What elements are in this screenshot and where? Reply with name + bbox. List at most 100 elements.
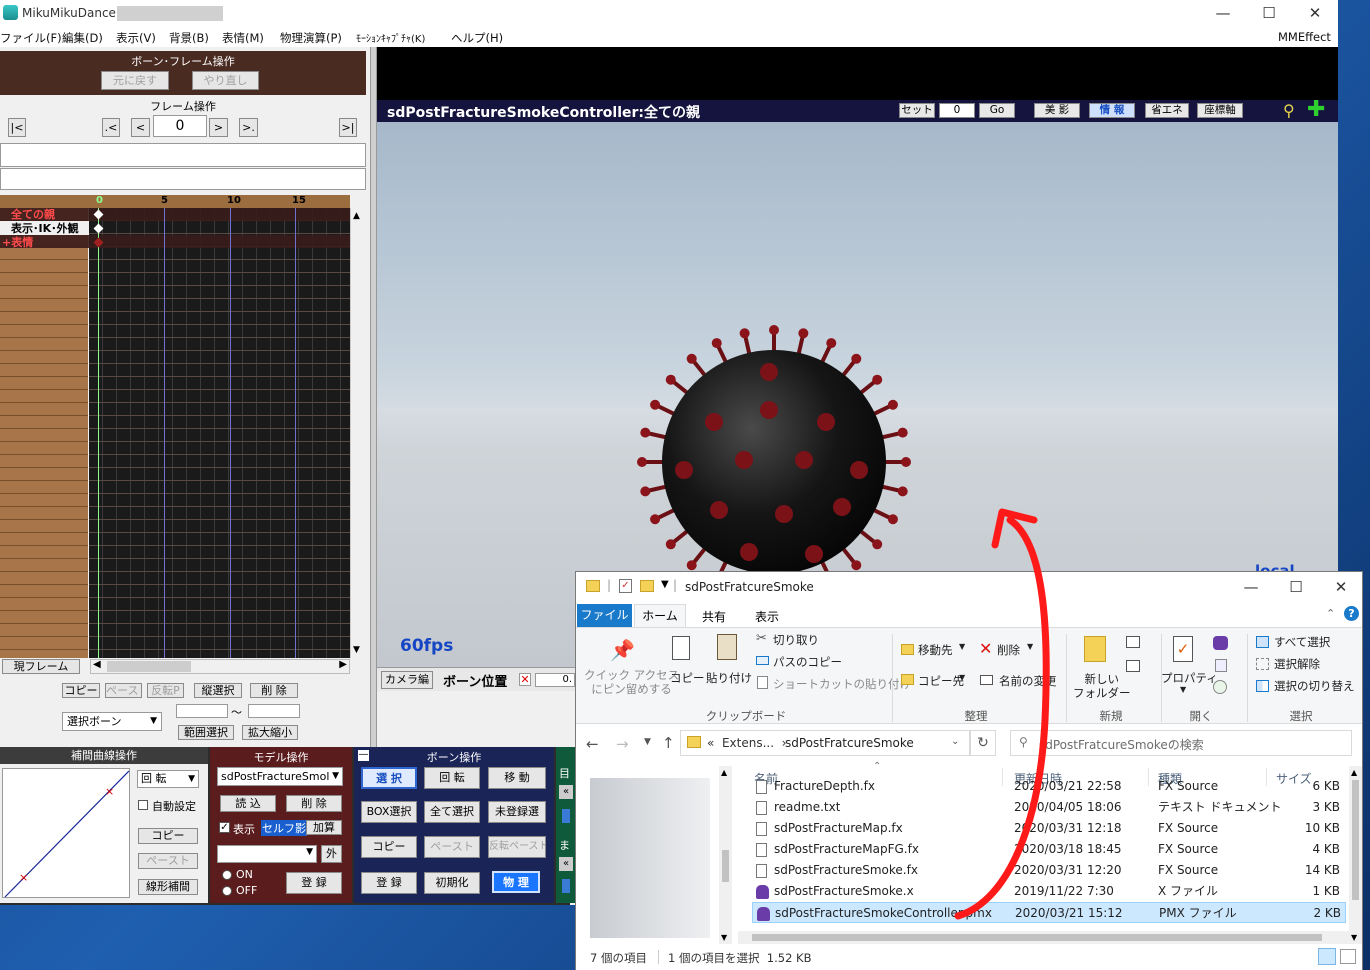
- menu-edit[interactable]: 編集(D): [62, 30, 103, 46]
- undo-button[interactable]: 元に戻す: [101, 71, 169, 90]
- bone-register-button[interactable]: 登 録: [361, 872, 417, 894]
- side-strip-rewind-icon[interactable]: «: [559, 785, 573, 799]
- scale-button[interactable]: 拡大縮小: [242, 725, 298, 740]
- tab-file[interactable]: ファイル: [577, 604, 632, 627]
- reset-x-icon[interactable]: ✕: [519, 673, 531, 686]
- unregistered-select-button[interactable]: 未登録選: [488, 801, 546, 823]
- copy-frame-button[interactable]: コピー: [62, 683, 100, 698]
- menu-physics[interactable]: 物理演算(P): [280, 30, 342, 46]
- interpolation-curve-canvas[interactable]: × ×: [2, 768, 130, 898]
- interp-axis-dropdown[interactable]: 回 転 ▼: [137, 770, 199, 788]
- outside-parent-button[interactable]: 外: [321, 845, 342, 863]
- info-button[interactable]: 情 報: [1089, 103, 1135, 118]
- timeline-vertical-scrollbar[interactable]: ▲ ▼: [350, 208, 365, 658]
- address-bar[interactable]: « Extens... › sdPostFratcureSmoke ⌄: [680, 730, 970, 756]
- bone-physics-button[interactable]: 物 理: [492, 871, 540, 893]
- interp-copy-button[interactable]: コピー: [138, 828, 198, 844]
- timeline-grid[interactable]: [89, 208, 350, 658]
- model-register-button[interactable]: 登 録: [286, 872, 342, 894]
- menu-mmeffect[interactable]: MMEffect: [1278, 30, 1331, 44]
- model-select-dropdown[interactable]: sdPostFractureSmol ▼: [217, 767, 343, 786]
- explorer-maximize-icon[interactable]: ☐: [1273, 576, 1319, 598]
- open-with-icon[interactable]: [1213, 636, 1228, 650]
- chevron-down-icon[interactable]: ⌄: [951, 736, 959, 747]
- menu-motion-capture[interactable]: ﾓｰｼｮﾝｷｬﾌﾟﾁｬ(K): [356, 30, 425, 45]
- scroll-thumb[interactable]: [107, 661, 191, 672]
- menu-background[interactable]: 背景(B): [169, 30, 209, 46]
- easy-access-icon[interactable]: [1126, 660, 1140, 672]
- timeline-row-expression[interactable]: +表情: [2, 236, 33, 249]
- qat-dropdown-icon[interactable]: ▼: [661, 579, 669, 590]
- up-arrow-icon[interactable]: ↑: [662, 734, 675, 752]
- tab-share[interactable]: 共有: [702, 608, 726, 625]
- refresh-icon[interactable]: ↻: [970, 730, 996, 756]
- bone-select-button[interactable]: 選 択: [361, 767, 417, 789]
- bone-paste-button[interactable]: ペースト: [424, 836, 480, 858]
- file-list-h-scrollbar[interactable]: [738, 931, 1349, 944]
- forward-arrow-icon[interactable]: →: [616, 735, 629, 753]
- scroll-up-icon[interactable]: ▲: [353, 211, 360, 221]
- timeline-row-display-ik[interactable]: 表示･IK･外観: [11, 222, 79, 235]
- bone-move-button[interactable]: 移 動: [488, 767, 546, 789]
- file-row[interactable]: readme.txt 2020/04/05 18:06 テキスト ドキュメント 3 K…: [752, 797, 1346, 818]
- reverse-paste-button[interactable]: 反転P: [147, 683, 184, 698]
- file-scroll-thumb[interactable]: [1352, 780, 1359, 900]
- redo-button[interactable]: やり直し: [192, 71, 259, 90]
- pin-quick-access-button[interactable]: クイック アクセス にピン留めする: [584, 668, 679, 696]
- details-view-icon[interactable]: [1318, 948, 1336, 965]
- linear-interp-button[interactable]: 線形補間: [138, 879, 198, 895]
- model-load-button[interactable]: 読 込: [220, 795, 276, 812]
- timeline-row-all-parent[interactable]: 全ての親: [11, 208, 55, 221]
- edit-icon[interactable]: [1215, 659, 1227, 672]
- range-end-input[interactable]: [248, 704, 300, 718]
- last-frame-button[interactable]: >|: [339, 118, 357, 137]
- scroll-down-icon[interactable]: ▼: [1351, 933, 1357, 942]
- ribbon-collapse-icon[interactable]: ⌃: [1326, 607, 1335, 620]
- frame-number-input[interactable]: 0: [153, 115, 207, 137]
- timeline-horizontal-scrollbar[interactable]: ◀ ▶: [90, 659, 350, 674]
- interp-paste-button[interactable]: ペースト: [138, 853, 198, 869]
- delete-frame-button[interactable]: 削 除: [250, 683, 298, 698]
- side-strip-rewind-icon-2[interactable]: «: [559, 857, 573, 871]
- side-strip-slider[interactable]: [562, 809, 570, 823]
- menu-file[interactable]: ファイル(F): [0, 30, 62, 46]
- menu-help[interactable]: ヘルプ(H): [451, 30, 503, 46]
- bone-position-x-input[interactable]: 0.: [535, 673, 575, 687]
- box-select-button[interactable]: BOX選択: [361, 801, 417, 823]
- auto-setting-checkbox[interactable]: [138, 800, 148, 810]
- copy-button[interactable]: コピー: [670, 670, 705, 686]
- new-item-icon[interactable]: [1126, 636, 1140, 648]
- range-start-input[interactable]: [176, 704, 228, 718]
- scroll-down-icon[interactable]: ▼: [353, 645, 360, 655]
- minimize-icon[interactable]: —: [1200, 2, 1246, 24]
- address-folder[interactable]: sdPostFratcureSmoke: [785, 736, 914, 750]
- paste-button[interactable]: 貼り付け: [706, 670, 752, 686]
- select-all-button[interactable]: すべて選択: [1274, 634, 1330, 650]
- file-row[interactable]: sdPostFractureMap.fx 2020/03/31 12:18 FX S…: [752, 818, 1346, 839]
- maximize-icon[interactable]: ☐: [1246, 2, 1292, 24]
- rename-button[interactable]: 名前の変更: [999, 673, 1057, 689]
- off-radio[interactable]: [222, 886, 232, 896]
- file-list-scrollbar[interactable]: ▲ ▼: [1349, 766, 1362, 944]
- delete-button[interactable]: 削除: [997, 642, 1020, 658]
- file-row[interactable]: sdPostFractureSmokeController.pmx 2020/03…: [752, 902, 1346, 923]
- copy-to-button[interactable]: コピー先: [918, 673, 964, 689]
- first-frame-button[interactable]: |<: [8, 118, 26, 137]
- file-row[interactable]: sdPostFractureMapFG.fx 2020/03/18 18:45 FX…: [752, 839, 1346, 860]
- back-arrow-icon[interactable]: ←: [586, 735, 599, 753]
- additive-button[interactable]: 加算: [306, 820, 342, 835]
- tab-view[interactable]: 表示: [755, 608, 779, 625]
- file-row[interactable]: sdPostFractureSmoke.x 2019/11/22 7:30 X ファ…: [752, 881, 1346, 902]
- set-frame-input[interactable]: 0: [939, 103, 975, 118]
- bone-init-button[interactable]: 初期化: [424, 872, 480, 894]
- copy-path-button[interactable]: パスのコピー: [773, 654, 842, 670]
- paste-frame-button[interactable]: ペースト: [105, 683, 142, 698]
- scroll-left-icon[interactable]: ◀: [93, 659, 101, 670]
- model-delete-button[interactable]: 削 除: [286, 795, 342, 812]
- mmd-title-bar[interactable]: MikuMikuDance [ — ☐ ✕: [0, 0, 1338, 26]
- search-box[interactable]: ⚲ sdPostFratcureSmokeの検索: [1010, 730, 1352, 756]
- eco-mode-button[interactable]: 省エネ: [1145, 103, 1189, 118]
- history-icon[interactable]: [1213, 680, 1227, 694]
- range-select-button[interactable]: 範囲選択: [178, 725, 234, 740]
- move-to-button[interactable]: 移動先: [918, 642, 953, 658]
